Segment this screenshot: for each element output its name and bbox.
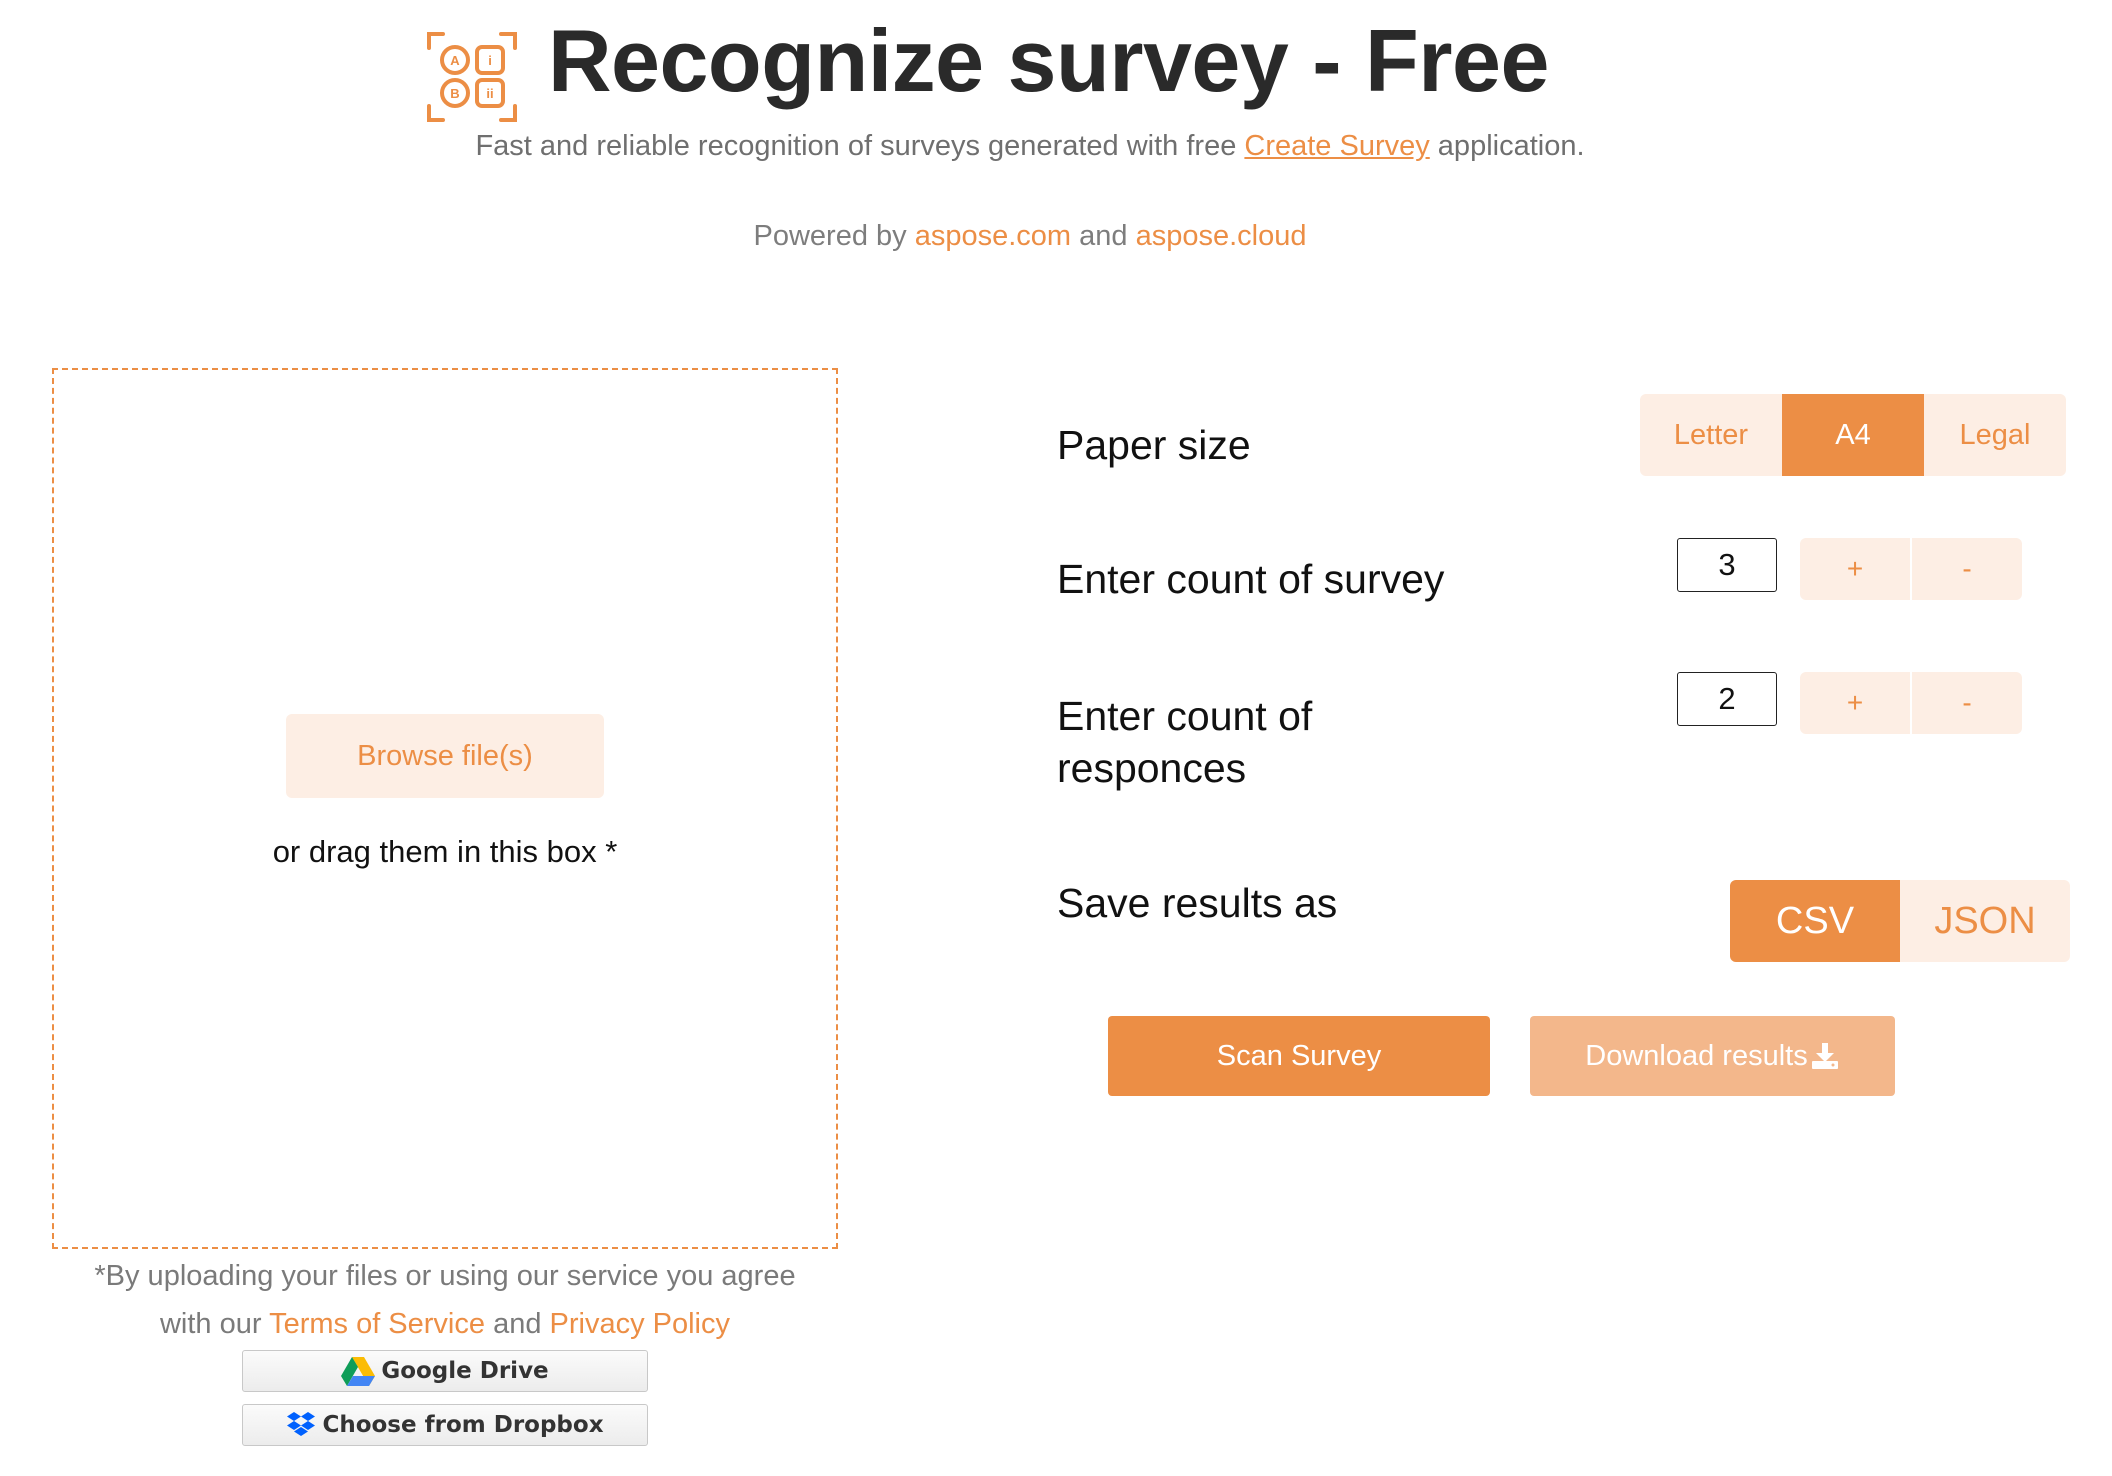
terms-of-service-link[interactable]: Terms of Service bbox=[269, 1308, 485, 1340]
logo-letter-i: i bbox=[488, 53, 492, 68]
powered-mid: and bbox=[1071, 220, 1136, 252]
paper-size-selector: Letter A4 Legal bbox=[1640, 394, 2066, 476]
survey-count-decrement-button[interactable]: - bbox=[1912, 538, 2022, 600]
aspose-cloud-link[interactable]: aspose.cloud bbox=[1136, 220, 1307, 252]
powered-by: Powered by aspose.com and aspose.cloud bbox=[0, 220, 2060, 253]
google-drive-button[interactable]: Google Drive bbox=[242, 1350, 648, 1392]
subtitle-text-after: application. bbox=[1429, 130, 1585, 162]
paper-option-legal[interactable]: Legal bbox=[1924, 394, 2066, 476]
dropbox-icon bbox=[287, 1412, 316, 1436]
responses-count-increment-button[interactable]: + bbox=[1800, 672, 1910, 734]
responses-count-label: Enter count of responces bbox=[1057, 693, 1313, 791]
logo-letter-a: A bbox=[450, 53, 460, 68]
subtitle-text-before: Fast and reliable recognition of surveys… bbox=[475, 130, 1245, 162]
save-option-json[interactable]: JSON bbox=[1900, 880, 2070, 962]
download-icon bbox=[1811, 1043, 1838, 1069]
scan-survey-button[interactable]: Scan Survey bbox=[1108, 1016, 1490, 1096]
responses-count-input[interactable]: 2 bbox=[1677, 672, 1777, 726]
agreement-text: *By uploading your files or using our se… bbox=[94, 1260, 796, 1292]
google-drive-icon bbox=[341, 1357, 376, 1386]
dropbox-button[interactable]: Choose from Dropbox bbox=[242, 1404, 648, 1446]
agreement-links: with our Terms of Service and Privacy Po… bbox=[52, 1308, 838, 1341]
page-subtitle: Fast and reliable recognition of surveys… bbox=[0, 130, 2060, 163]
save-results-label: Save results as bbox=[1057, 880, 1338, 926]
privacy-policy-link[interactable]: Privacy Policy bbox=[550, 1308, 731, 1340]
powered-prefix: Powered by bbox=[753, 220, 915, 252]
create-survey-link[interactable]: Create Survey bbox=[1244, 130, 1429, 162]
save-format-selector: CSV JSON bbox=[1730, 880, 2070, 962]
survey-count-increment-button[interactable]: + bbox=[1800, 538, 1910, 600]
dropbox-label: Choose from Dropbox bbox=[322, 1412, 604, 1438]
agree-prefix: with our bbox=[159, 1308, 270, 1340]
download-results-button[interactable]: Download results bbox=[1530, 1016, 1895, 1096]
save-option-csv[interactable]: CSV bbox=[1730, 880, 1900, 962]
paper-option-a4[interactable]: A4 bbox=[1782, 394, 1924, 476]
survey-count-input[interactable]: 3 bbox=[1677, 538, 1777, 592]
survey-count-label: Enter count of survey bbox=[1057, 556, 1445, 602]
logo-letter-b: B bbox=[450, 86, 459, 101]
drag-hint: or drag them in this box * bbox=[272, 834, 618, 869]
agree-mid: and bbox=[485, 1308, 550, 1340]
google-drive-label: Google Drive bbox=[381, 1358, 549, 1384]
paper-size-label: Paper size bbox=[1057, 422, 1251, 468]
browse-files-button[interactable]: Browse file(s) bbox=[286, 714, 604, 798]
paper-option-letter[interactable]: Letter bbox=[1640, 394, 1782, 476]
aspose-com-link[interactable]: aspose.com bbox=[915, 220, 1071, 252]
survey-logo-icon: A i B ii bbox=[427, 32, 517, 122]
logo-letter-ii: ii bbox=[486, 86, 493, 101]
file-drop-zone[interactable] bbox=[52, 368, 838, 1249]
download-results-label: Download results bbox=[1585, 1039, 1808, 1072]
page-title: Recognize survey - Free bbox=[548, 11, 1549, 110]
responses-count-decrement-button[interactable]: - bbox=[1912, 672, 2022, 734]
